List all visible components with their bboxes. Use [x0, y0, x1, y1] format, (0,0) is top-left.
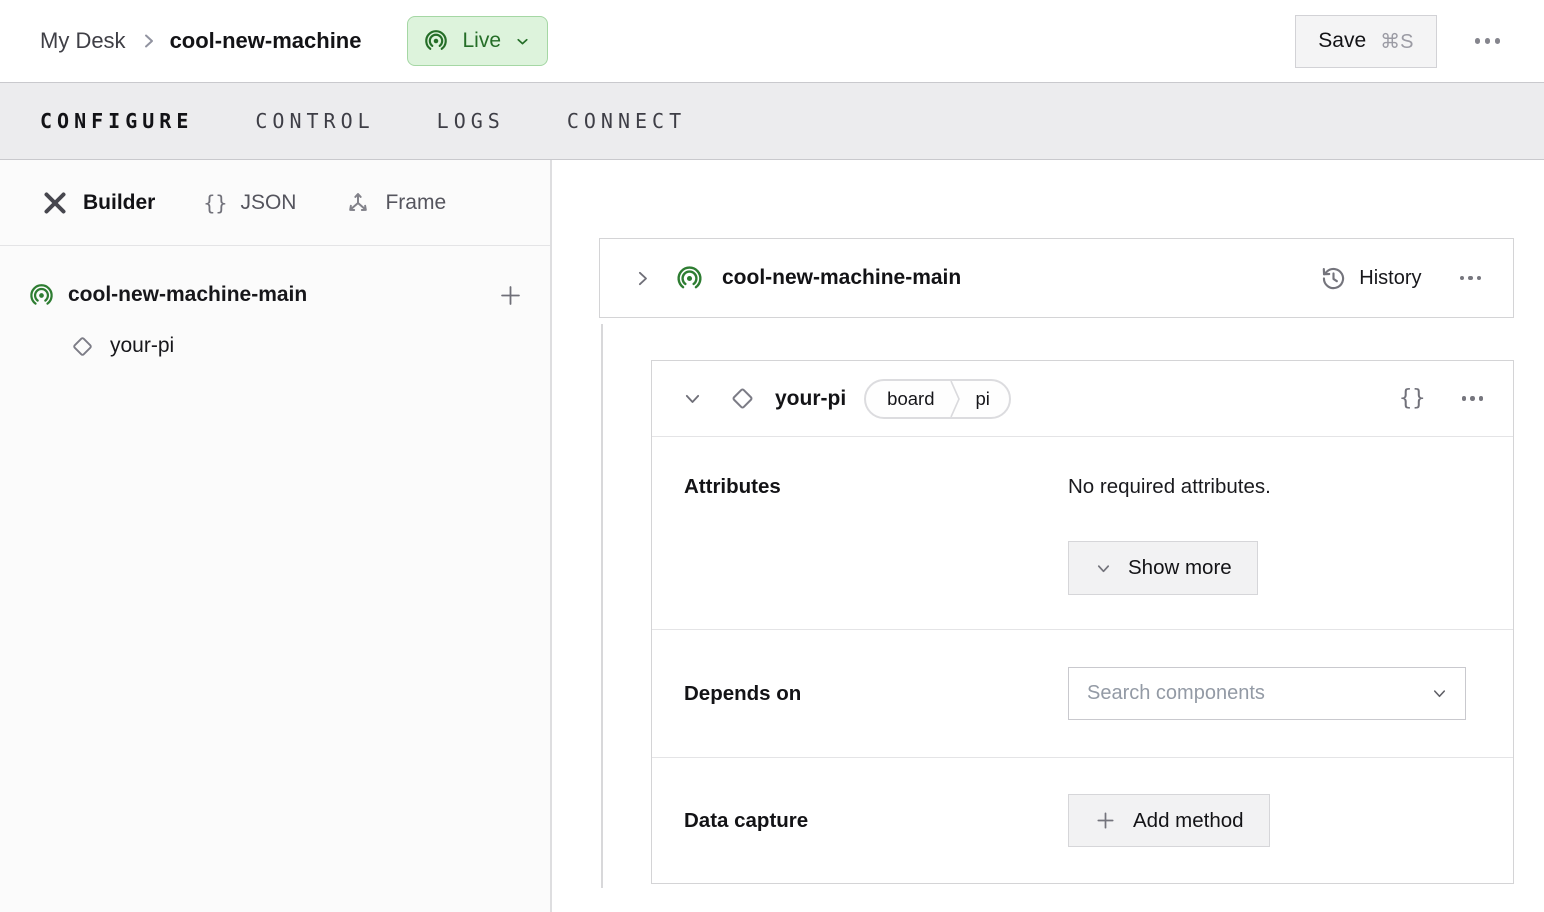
add-component-button[interactable] [497, 282, 524, 309]
view-tab-json[interactable]: {} JSON [203, 191, 296, 215]
tree-machine-label: cool-new-machine-main [68, 283, 308, 306]
tree-item-machine[interactable]: cool-new-machine-main [0, 268, 550, 322]
chevron-right-icon [138, 31, 158, 51]
component-model: pi [975, 387, 990, 409]
add-method-label: Add method [1133, 808, 1244, 832]
tab-control[interactable]: CONTROL [255, 109, 374, 133]
breadcrumb-parent[interactable]: My Desk [40, 28, 126, 54]
tab-logs[interactable]: LOGS [437, 109, 505, 133]
view-tab-builder-label: Builder [83, 190, 156, 214]
show-more-label: Show more [1128, 556, 1232, 579]
component-type-badge: board pi [864, 378, 1011, 419]
diamond-icon [729, 385, 756, 412]
save-button[interactable]: Save ⌘S [1295, 14, 1437, 68]
chevron-down-icon[interactable] [682, 388, 703, 409]
save-label: Save [1318, 29, 1367, 52]
history-button[interactable]: History [1320, 265, 1422, 292]
tree-item-component[interactable]: your-pi [0, 322, 550, 370]
component-card: your-pi board pi {} Attributes No requir… [651, 360, 1514, 884]
frame-axes-icon [349, 192, 368, 211]
history-icon [1323, 267, 1345, 289]
component-type: board [887, 387, 935, 409]
config-main-panel: cool-new-machine-main History your-pi bo… [552, 160, 1544, 912]
ellipsis-icon[interactable] [1474, 38, 1500, 44]
breadcrumb-current: cool-new-machine [169, 28, 362, 53]
tree-connector-line [601, 324, 603, 888]
diamond-icon [73, 336, 92, 356]
attributes-empty-text: No required attributes. [1068, 475, 1271, 498]
view-tab-json-label: JSON [240, 190, 297, 214]
depends-on-select[interactable] [1068, 667, 1466, 720]
data-capture-section: Data capture Add method [652, 757, 1513, 883]
search-components-input[interactable] [1087, 682, 1430, 705]
chevron-down-icon [1433, 690, 1446, 698]
chevron-down-icon [1097, 564, 1110, 572]
plus-icon [1097, 812, 1114, 829]
live-label: Live [462, 29, 502, 52]
plus-icon [501, 285, 520, 305]
add-method-button[interactable]: Add method [1068, 794, 1270, 847]
view-tab-frame-label: Frame [385, 190, 447, 214]
view-tab-builder[interactable]: Builder [40, 188, 155, 218]
broadcast-icon [675, 264, 704, 293]
data-capture-label: Data capture [684, 808, 809, 832]
depends-on-label: Depends on [684, 681, 802, 705]
history-label: History [1359, 266, 1422, 289]
ellipsis-icon[interactable] [1461, 396, 1483, 401]
tools-icon [44, 192, 66, 213]
depends-on-section: Depends on [652, 629, 1513, 757]
attributes-label: Attributes [684, 475, 781, 498]
broadcast-icon [28, 282, 55, 309]
config-sidebar: Builder {} JSON Frame cool-new-machine-m… [0, 160, 552, 912]
ellipsis-icon[interactable] [1459, 275, 1481, 281]
machine-tree: cool-new-machine-main your-pi [0, 246, 550, 370]
machine-card-title: cool-new-machine-main [722, 266, 962, 289]
component-title: your-pi [775, 386, 847, 410]
view-tab-frame[interactable]: Frame [344, 189, 446, 217]
chevron-right-icon[interactable] [632, 268, 653, 289]
badge-divider-chevron [949, 380, 960, 417]
view-mode-tabs: Builder {} JSON Frame [0, 160, 550, 246]
tab-connect[interactable]: CONNECT [567, 109, 686, 133]
tree-component-label: your-pi [110, 334, 175, 357]
live-status-dropdown[interactable]: Live [407, 16, 549, 66]
chevron-down-icon [517, 38, 528, 44]
show-more-button[interactable]: Show more [1068, 541, 1258, 595]
machine-part-card: cool-new-machine-main History [599, 238, 1514, 318]
attributes-section: Attributes No required attributes. Show … [652, 436, 1513, 629]
braces-icon[interactable]: {} [1399, 386, 1426, 411]
braces-icon: {} [203, 190, 228, 215]
top-bar: My Desk cool-new-machine Live Save ⌘S [0, 0, 1544, 82]
save-shortcut: ⌘S [1380, 30, 1414, 53]
component-card-header: your-pi board pi {} [652, 361, 1513, 436]
tab-configure[interactable]: CONFIGURE [40, 109, 193, 133]
main-nav-tabs: CONFIGURE CONTROL LOGS CONNECT [0, 82, 1544, 160]
broadcast-icon [423, 28, 449, 54]
